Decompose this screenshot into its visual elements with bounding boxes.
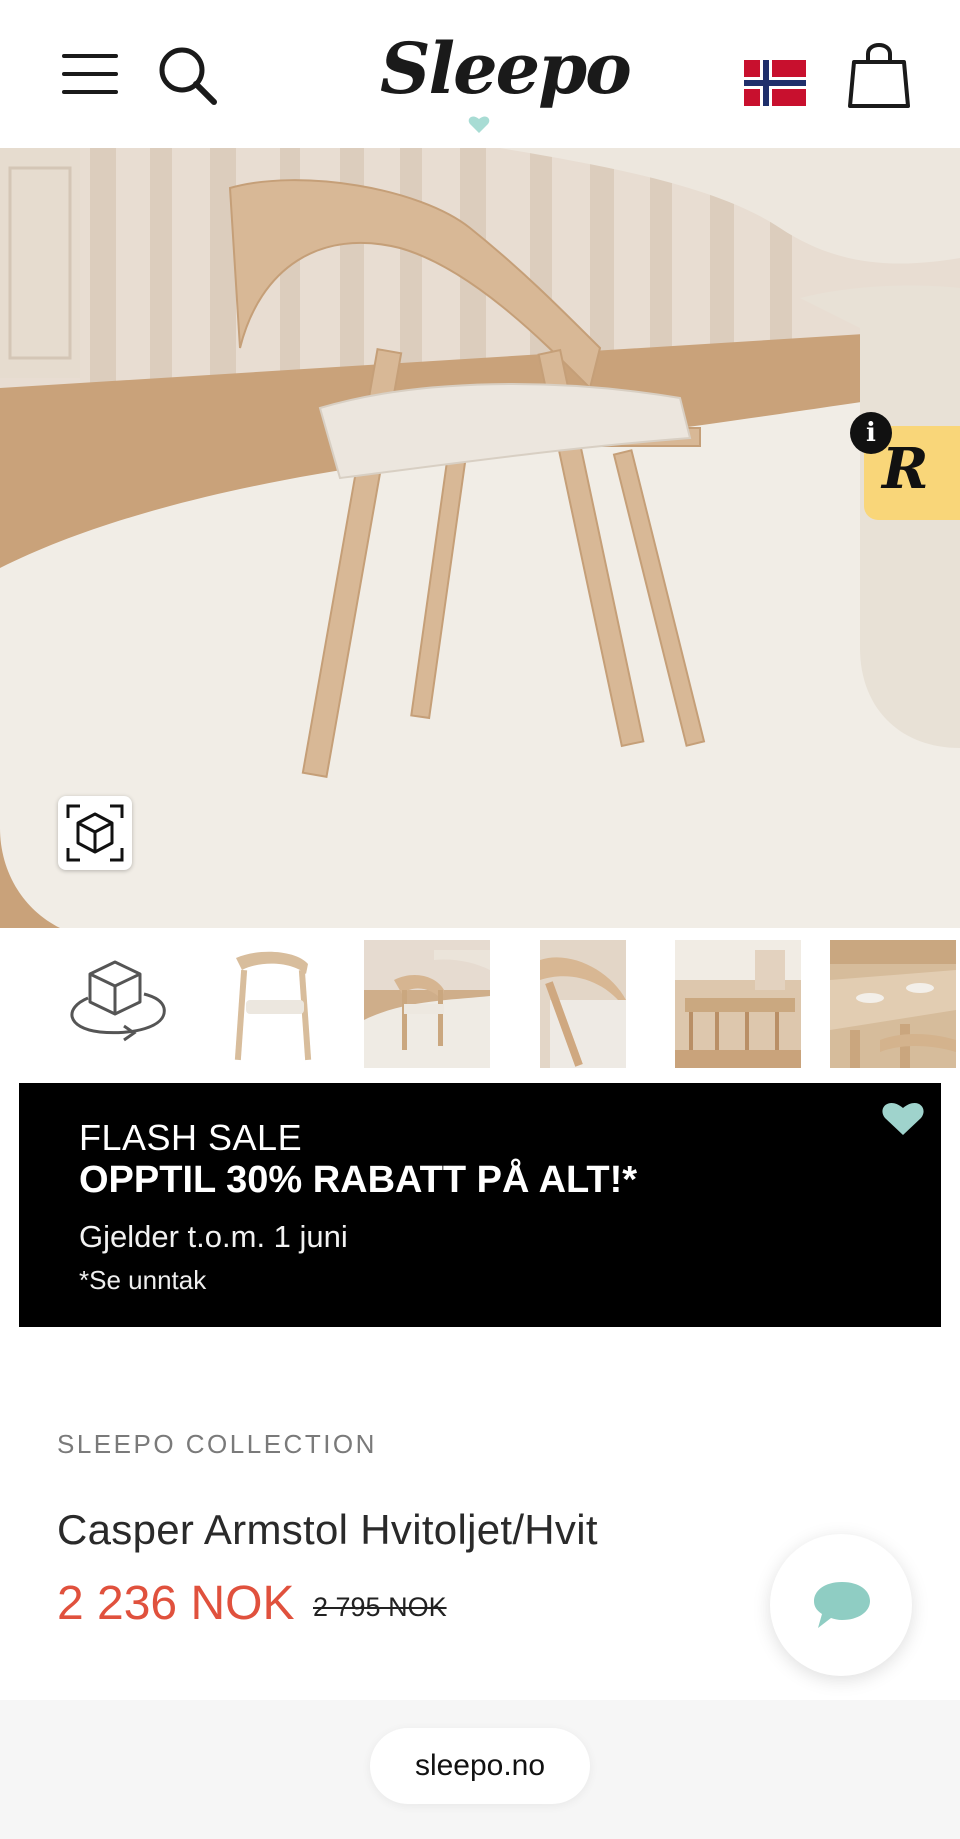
thumbnail-strip (0, 940, 960, 1070)
thumbnail-chair-on-rug[interactable] (364, 940, 490, 1068)
thumbnail-chair-cutout[interactable] (218, 940, 328, 1068)
flash-sale-banner[interactable]: FLASH SALE OPPTIL 30% RABATT PÅ ALT!* Gj… (19, 1083, 941, 1327)
thumbnail-3d-view[interactable] (60, 940, 170, 1068)
search-icon[interactable] (156, 44, 220, 108)
ar-view-button[interactable] (58, 796, 132, 870)
banner-subtitle: Gjelder t.o.m. 1 juni (79, 1219, 348, 1254)
logo-heart-icon (468, 116, 490, 133)
reviews-badge-letter: R (882, 436, 929, 502)
norway-flag-icon[interactable] (744, 60, 806, 106)
chair-photo (0, 148, 960, 928)
3d-rotate-icon (70, 960, 166, 1042)
site-logo[interactable]: Sleepo (380, 14, 632, 134)
chat-button[interactable] (770, 1534, 912, 1676)
heart-icon (882, 1102, 924, 1135)
info-icon[interactable]: i (850, 412, 892, 454)
product-collection[interactable]: SLEEPO COLLECTION (57, 1429, 377, 1460)
shopping-bag-icon[interactable] (848, 38, 910, 110)
banner-title: FLASH SALE (79, 1117, 303, 1158)
banner-headline: OPPTIL 30% RABATT PÅ ALT!* (79, 1159, 638, 1201)
thumbnail-dining-table-closeup[interactable] (830, 940, 956, 1068)
site-header: Sleepo (0, 0, 960, 148)
thumbnail-dining-room[interactable] (675, 940, 801, 1068)
original-price: 2 795 NOK (313, 1592, 447, 1622)
hamburger-menu-icon[interactable] (62, 52, 118, 96)
product-hero-image[interactable]: R i (0, 148, 960, 928)
chat-bubble-icon (814, 1582, 870, 1628)
browser-url-pill[interactable]: sleepo.no (370, 1728, 590, 1804)
product-title: Casper Armstol Hvitoljet/Hvit (57, 1506, 598, 1553)
ar-cube-icon (66, 804, 124, 862)
logo-text: Sleepo (380, 27, 632, 110)
current-price: 2 236 NOK (57, 1577, 295, 1630)
banner-note: *Se unntak (79, 1265, 207, 1295)
thumbnail-chair-detail[interactable] (540, 940, 626, 1068)
